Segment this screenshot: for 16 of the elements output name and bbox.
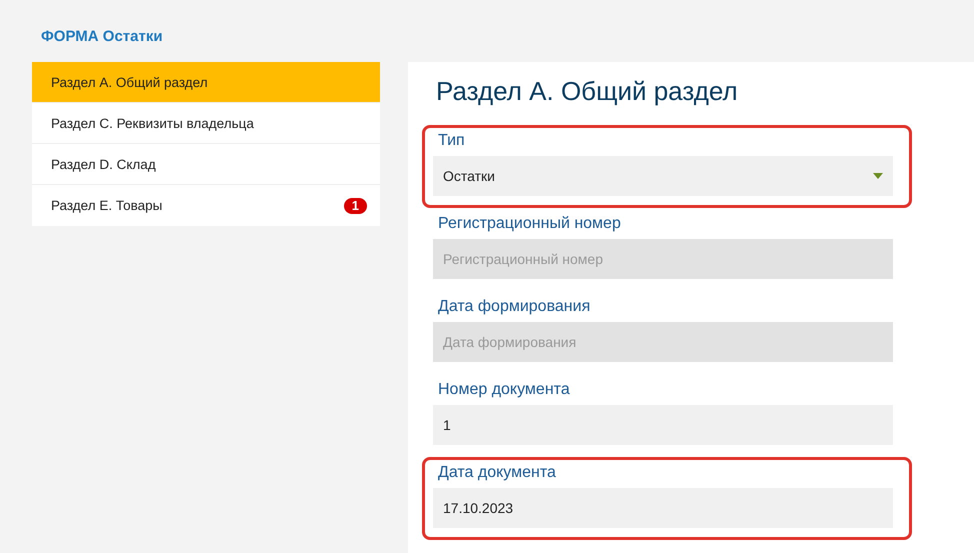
input-field[interactable]: 1 — [433, 405, 893, 445]
sidebar-item[interactable]: Раздел А. Общий раздел — [32, 62, 380, 103]
count-badge: 1 — [344, 198, 367, 214]
caret-icon — [873, 173, 883, 179]
field-label: Дата документа — [438, 463, 557, 483]
sidebar-item[interactable]: Раздел D. Склад — [32, 144, 380, 185]
field-label: Тип — [438, 131, 466, 151]
field-label: Номер документа — [438, 380, 571, 400]
sidebar-item[interactable]: Раздел Е. Товары 1 — [32, 185, 380, 226]
field-label: Дата формирования — [438, 297, 592, 317]
type-dropdown[interactable]: Остатки — [433, 156, 893, 196]
field-label: Регистрационный номер — [438, 214, 622, 234]
input-field[interactable]: 17.10.2023 — [433, 488, 893, 528]
section-title: Раздел А. Общий раздел — [436, 75, 739, 108]
sidebar-item[interactable]: Раздел С. Реквизиты владельца — [32, 103, 380, 144]
form-title: ФОРМА Остатки — [41, 27, 164, 47]
